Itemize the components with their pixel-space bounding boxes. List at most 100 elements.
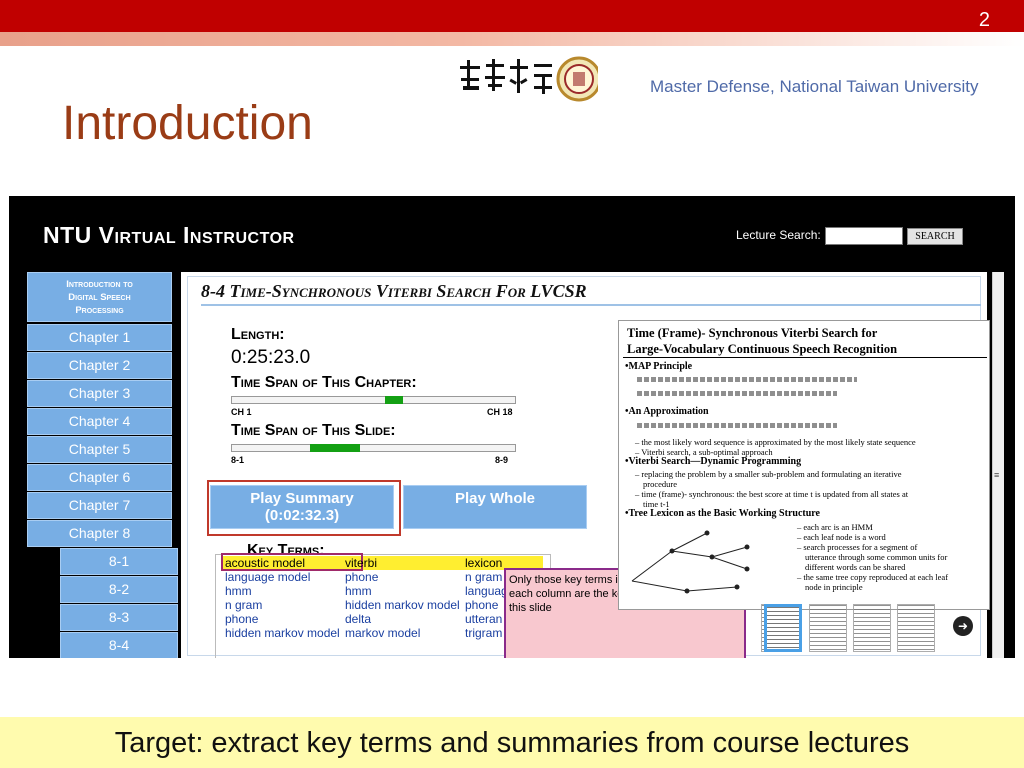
chapter-span-start: CH 1	[231, 407, 252, 417]
slide-span-end: 8-9	[495, 455, 509, 465]
key-term[interactable]: phone	[225, 612, 340, 626]
main-scrollbar[interactable]: ≡	[992, 272, 1004, 658]
search-label: Lecture Search:	[736, 228, 821, 242]
sidebar: Introduction to Digital Speech Processin…	[27, 272, 194, 658]
lecture-slide-title-line: Time (Frame)- Synchronous Viterbi Search…	[627, 326, 878, 340]
slide-thumbnail[interactable]	[897, 604, 935, 652]
slide-thumbnail[interactable]	[853, 604, 891, 652]
slide-span-start: 8-1	[231, 455, 245, 465]
play-summary-duration: (0:02:32.3)	[264, 507, 340, 524]
main-panel: 8-4 Time-Synchronous Viterbi Search For …	[181, 272, 990, 658]
key-term[interactable]: hidden markov model	[345, 598, 460, 612]
slide-span-bar	[231, 444, 516, 452]
chapter-span-label: Time Span of This Chapter:	[231, 374, 417, 391]
search-input[interactable]	[825, 227, 903, 245]
tree-lexicon-diagram	[631, 530, 750, 594]
search-button[interactable]: SEARCH	[907, 228, 963, 245]
lecture-line: different words can be shared	[805, 562, 906, 572]
key-term[interactable]: acoustic model	[225, 556, 340, 570]
chapter-span-end: CH 18	[487, 407, 513, 417]
key-term[interactable]: n gram	[465, 570, 508, 584]
play-summary-button[interactable]: Play Summary (0:02:32.3)	[210, 485, 394, 529]
lecture-line: utterance through some common units for	[805, 552, 948, 562]
app-title: NTU Virtual Instructor	[43, 222, 295, 248]
lecture-line: – the most likely word sequence is appro…	[635, 437, 916, 447]
sidebar-item-chapter-5[interactable]: Chapter 5	[27, 436, 172, 463]
formula-placeholder	[637, 377, 857, 382]
lecture-line: – each leaf node is a word	[797, 532, 886, 542]
key-terms-column-1: acoustic model language model hmm n gram…	[225, 556, 340, 640]
target-band: Target: extract key terms and summaries …	[0, 717, 1024, 768]
section-heading: 8-4 Time-Synchronous Viterbi Search For …	[201, 281, 587, 301]
key-term[interactable]: n gram	[225, 598, 340, 612]
lecture-slide-title-line: Large-Vocabulary Continuous Speech Recog…	[627, 342, 898, 356]
key-term[interactable]: viterbi	[345, 556, 460, 570]
lecture-line: – time (frame)- synchronous: the best sc…	[635, 489, 909, 499]
sidebar-item-8-4[interactable]: 8-4	[60, 632, 178, 658]
slide-span-marker	[310, 444, 360, 452]
next-arrow-icon[interactable]: ➜	[953, 616, 973, 636]
sidebar-item-chapter-1[interactable]: Chapter 1	[27, 324, 172, 351]
chapter-span-bar	[231, 396, 516, 404]
intro-line: Introduction to	[66, 279, 133, 290]
key-term[interactable]: delta	[345, 612, 460, 626]
lecture-line: – search processes for a segment of	[797, 542, 918, 552]
lecture-slide-divider	[623, 357, 987, 358]
key-term[interactable]: language model	[225, 570, 340, 584]
lecture-slide-preview: Time (Frame)- Synchronous Viterbi Search…	[618, 320, 990, 610]
key-term[interactable]: hidden markov model	[225, 626, 340, 640]
sidebar-item-chapter-6[interactable]: Chapter 6	[27, 464, 172, 491]
intro-line: Processing	[75, 305, 124, 316]
lecture-line: procedure	[643, 479, 677, 489]
key-term[interactable]: markov model	[345, 626, 460, 640]
lecture-slide-title: Time (Frame)- Synchronous Viterbi Search…	[627, 325, 897, 357]
sidebar-item-introduction[interactable]: Introduction to Digital Speech Processin…	[27, 272, 172, 322]
lecture-line: •MAP Principle	[625, 361, 693, 372]
lecture-line: •An Approximation	[625, 406, 709, 417]
header-text: Master Defense, National Taiwan Universi…	[650, 77, 979, 96]
heading-divider	[201, 304, 981, 306]
key-term[interactable]: hmm	[345, 584, 460, 598]
slide-thumbnail-selected[interactable]	[764, 604, 802, 652]
sidebar-item-8-2[interactable]: 8-2	[60, 576, 178, 603]
length-value: 0:25:23.0	[231, 347, 311, 368]
top-banner: 2	[0, 0, 1024, 32]
length-label: Length:	[231, 326, 285, 343]
lecture-line: – the same tree copy reproduced at each …	[797, 572, 949, 582]
key-terms-column-3: lexicon n gram languag phone utteran tri…	[465, 556, 508, 640]
lecture-line: node in principle	[805, 582, 863, 592]
key-term[interactable]: phone	[345, 570, 460, 584]
slide-number: 2	[978, 9, 990, 31]
play-summary-label: Play Summary	[250, 490, 354, 507]
key-term[interactable]: phone	[465, 598, 508, 612]
slide-thumbnail[interactable]	[809, 604, 847, 652]
intro-line: Digital Speech	[68, 292, 131, 303]
key-term[interactable]: hmm	[225, 584, 340, 598]
sidebar-item-chapter-8[interactable]: Chapter 8	[27, 520, 172, 547]
key-term[interactable]: trigram	[465, 626, 508, 640]
sidebar-item-chapter-4[interactable]: Chapter 4	[27, 408, 172, 435]
slide-title: Introduction	[62, 97, 313, 150]
sidebar-item-8-3[interactable]: 8-3	[60, 604, 178, 631]
key-term[interactable]: utteran	[465, 612, 508, 626]
lecture-line: •Tree Lexicon as the Basic Working Struc…	[625, 508, 820, 519]
sidebar-item-chapter-2[interactable]: Chapter 2	[27, 352, 172, 379]
slide-span-label: Time Span of This Slide:	[231, 422, 396, 439]
sidebar-item-8-1[interactable]: 8-1	[60, 548, 178, 575]
slide-thumbnails	[761, 604, 981, 654]
top-stripe	[0, 32, 1024, 46]
key-terms-column-2: viterbi phone hmm hidden markov model de…	[345, 556, 460, 640]
virtual-instructor-screenshot: NTU Virtual Instructor Lecture Search: S…	[9, 196, 1015, 658]
target-text: Target: extract key terms and summaries …	[114, 727, 910, 759]
lecture-line: •Viterbi Search—Dynamic Programming	[625, 456, 802, 467]
key-term[interactable]: lexicon	[465, 556, 508, 570]
formula-placeholder	[637, 391, 837, 396]
sidebar-item-chapter-7[interactable]: Chapter 7	[27, 492, 172, 519]
university-logo	[460, 56, 598, 102]
scroll-grip-icon: ≡	[994, 470, 1000, 480]
key-term[interactable]: languag	[465, 584, 508, 598]
play-whole-button[interactable]: Play Whole	[403, 485, 587, 529]
lecture-line: – replacing the problem by a smaller sub…	[635, 469, 902, 479]
sidebar-item-chapter-3[interactable]: Chapter 3	[27, 380, 172, 407]
formula-placeholder	[637, 423, 837, 428]
